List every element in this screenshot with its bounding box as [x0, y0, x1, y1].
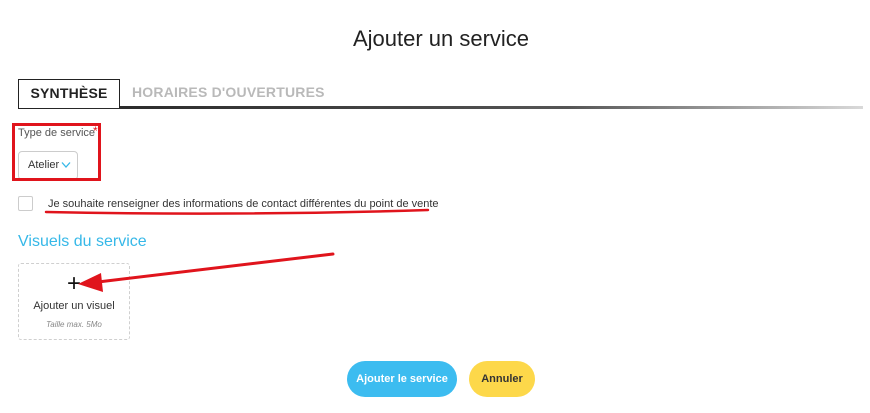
dialog-title: Ajouter un service	[352, 26, 530, 51]
annotation-arrow-shaft	[96, 252, 335, 284]
add-visual-dropzone[interactable]: + Ajouter un visuel Taille max. 5Mo	[18, 263, 130, 340]
visuals-section-title: Visuels du service	[18, 233, 147, 250]
add-visual-hint: Taille max. 5Mo	[46, 320, 102, 329]
tab-horaires[interactable]: HORAIRES D'OUVERTURES	[132, 79, 325, 107]
tab-bar: SYNTHÈSE HORAIRES D'OUVERTURES	[18, 79, 863, 109]
add-visual-label: Ajouter un visuel	[33, 300, 115, 312]
cancel-button[interactable]: Annuler	[469, 361, 535, 397]
annotation-highlight-box	[12, 123, 101, 181]
contact-checkbox[interactable]	[18, 196, 33, 211]
annotation-underline	[44, 208, 430, 215]
submit-service-button[interactable]: Ajouter le service	[347, 361, 457, 397]
contact-checkbox-label[interactable]: Je souhaite renseigner des informations …	[48, 198, 439, 210]
plus-icon: +	[66, 270, 81, 297]
tab-synthese[interactable]: SYNTHÈSE	[18, 79, 120, 108]
